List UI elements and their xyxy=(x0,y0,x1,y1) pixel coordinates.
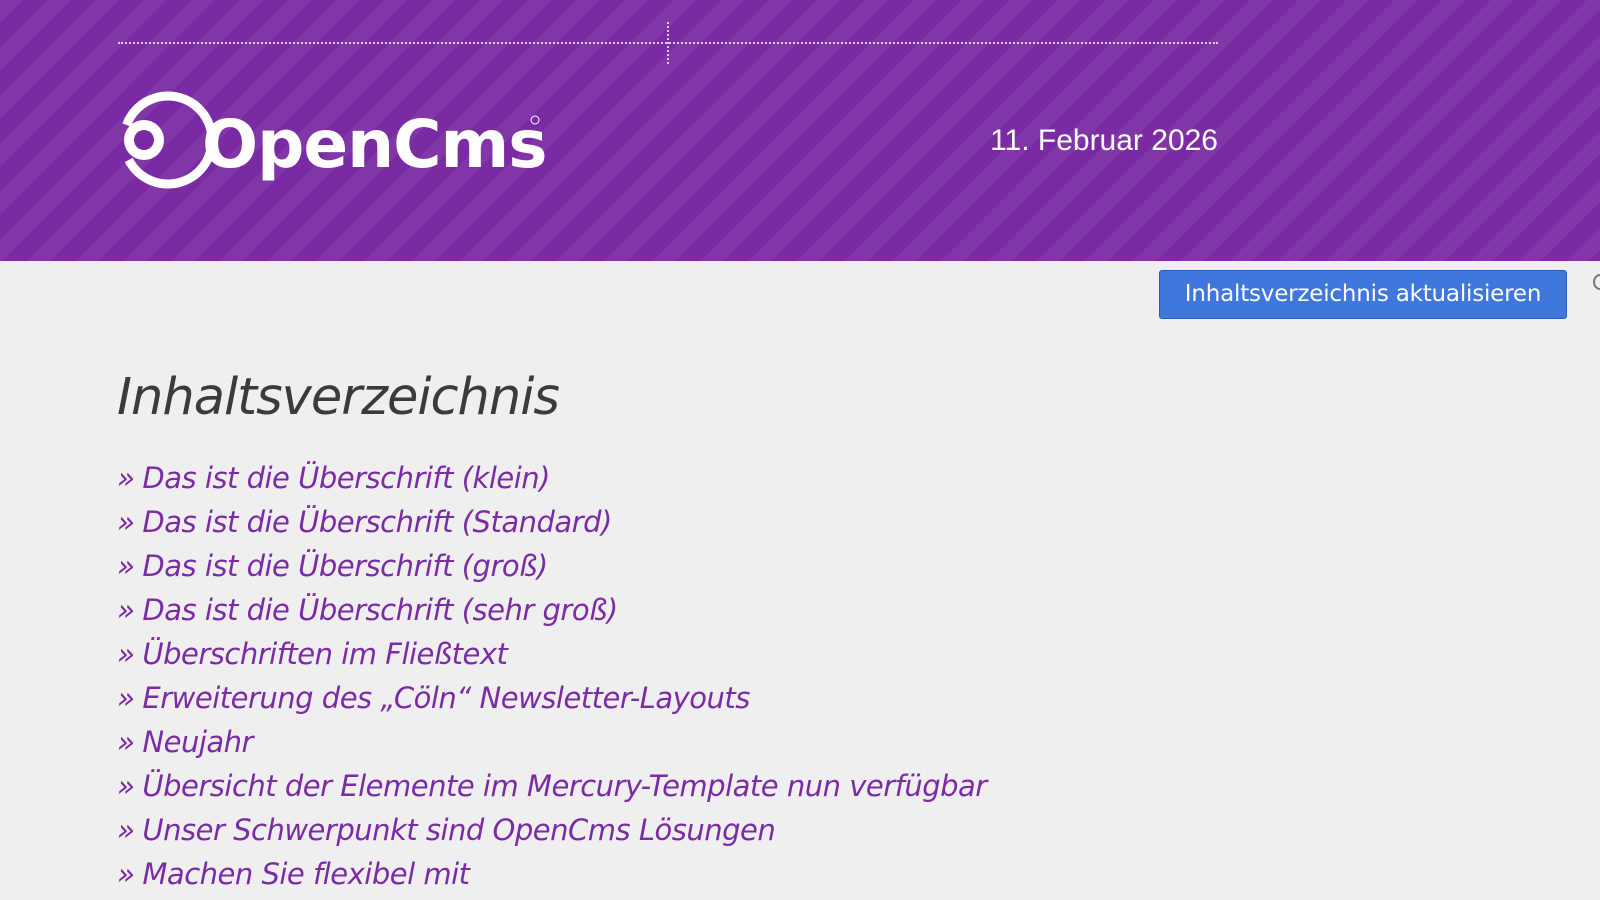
toc-link-label: Überschriften im Fließtext xyxy=(142,637,508,671)
toc-link[interactable]: » Das ist die Überschrift (klein) xyxy=(117,456,1317,500)
toc-marker: » xyxy=(117,769,135,803)
toc-marker: » xyxy=(117,725,135,759)
toc-link[interactable]: » Übersicht der Elemente im Mercury-Templ… xyxy=(117,764,1317,808)
toc-list: » Das ist die Überschrift (klein) » Das is… xyxy=(117,456,1317,896)
toc-marker: » xyxy=(117,637,135,671)
toc-marker: » xyxy=(117,593,135,627)
toc-link-label: Machen Sie flexibel mit xyxy=(142,857,470,891)
toc-link-label: Erweiterung des „Cöln“ Newsletter-Layout… xyxy=(142,681,750,715)
toc-link[interactable]: » Das ist die Überschrift (Standard) xyxy=(117,500,1317,544)
toc-marker: » xyxy=(117,857,135,891)
toc-link[interactable]: » Neujahr xyxy=(117,720,1317,764)
newsletter-date: 11. Februar 2026 xyxy=(990,124,1218,157)
toc-link-label: Das ist die Überschrift (sehr groß) xyxy=(142,593,618,627)
toc-link-label: Neujahr xyxy=(142,725,253,759)
toc-link[interactable]: » Das ist die Überschrift (groß) xyxy=(117,544,1317,588)
toc-marker: » xyxy=(117,505,135,539)
toc-marker: » xyxy=(117,681,135,715)
opencms-logo: OpenCms xyxy=(116,90,546,195)
toc-link[interactable]: » Das ist die Überschrift (sehr groß) xyxy=(117,588,1317,632)
toc-link-label: Das ist die Überschrift (groß) xyxy=(142,549,548,583)
toc-link-label: Unser Schwerpunkt sind OpenCms Lösungen xyxy=(142,813,776,847)
toc-section: Inhaltsverzeichnis » Das ist die Überschr… xyxy=(117,360,1317,896)
logo-wordmark: OpenCms xyxy=(202,106,546,183)
toc-link[interactable]: » Machen Sie flexibel mit xyxy=(117,852,1317,896)
toc-marker: » xyxy=(117,813,135,847)
toc-link[interactable]: » Überschriften im Fließtext xyxy=(117,632,1317,676)
toc-marker: » xyxy=(117,461,135,495)
newsletter-header: OpenCms 11. Februar 2026 xyxy=(0,0,1600,261)
toc-link-label: Das ist die Überschrift (klein) xyxy=(142,461,550,495)
toc-link-label: Übersicht der Elemente im Mercury-Templa… xyxy=(142,769,987,803)
toc-marker: » xyxy=(117,549,135,583)
toc-link[interactable]: » Erweiterung des „Cöln“ Newsletter-Layou… xyxy=(117,676,1317,720)
header-dotted-tick xyxy=(667,22,669,64)
overflow-icon xyxy=(1593,274,1600,290)
toc-link-label: Das ist die Überschrift (Standard) xyxy=(142,505,612,539)
toc-title: Inhaltsverzeichnis xyxy=(117,368,560,427)
update-toc-button[interactable]: Inhaltsverzeichnis aktualisieren xyxy=(1159,270,1567,319)
toc-link[interactable]: » Unser Schwerpunkt sind OpenCms Lösungen xyxy=(117,808,1317,852)
